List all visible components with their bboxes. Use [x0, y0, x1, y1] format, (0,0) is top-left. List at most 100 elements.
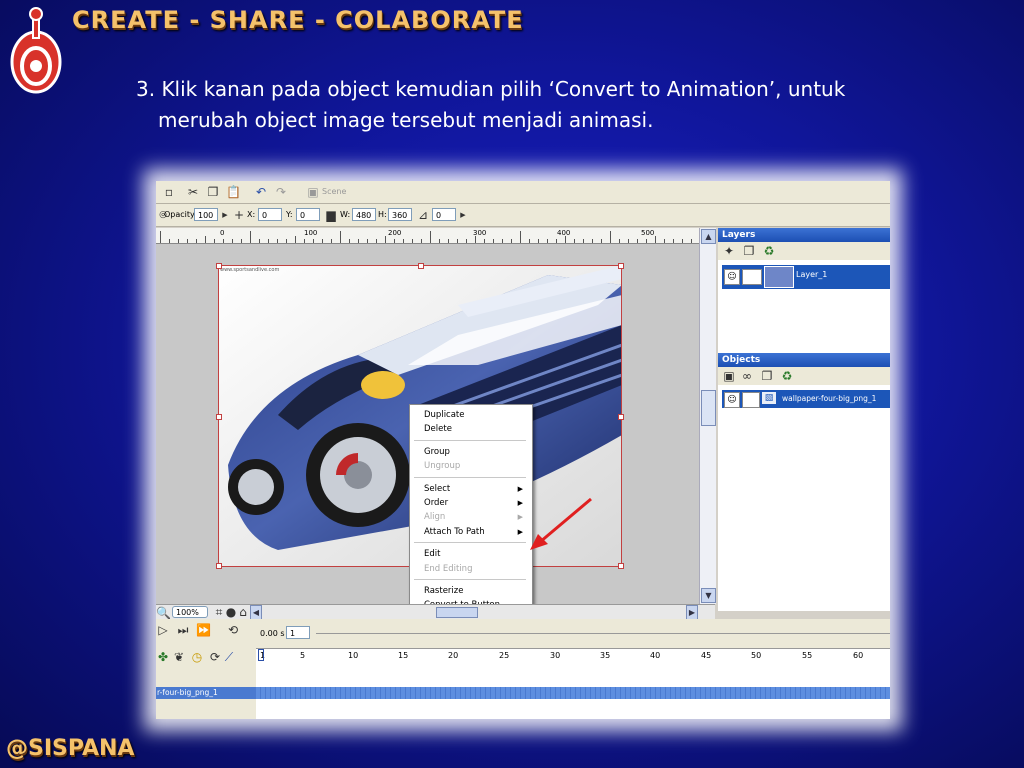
layer-row[interactable]: ☺ Layer_1: [722, 265, 890, 289]
ruler-tick: [259, 239, 260, 243]
scroll-down-icon[interactable]: ▼: [701, 588, 716, 603]
add-layer-icon[interactable]: ✦: [722, 244, 736, 258]
ruler-tick: [493, 239, 494, 243]
ruler-tick: [682, 239, 683, 243]
undo-icon[interactable]: ↶: [254, 185, 268, 199]
scroll-right-icon[interactable]: ▶: [686, 605, 698, 620]
cut-icon[interactable]: ✂: [186, 185, 200, 199]
menu-item-delete[interactable]: Delete: [411, 422, 529, 436]
play-icon[interactable]: ▷: [156, 623, 170, 637]
layer-name[interactable]: Layer_1: [796, 270, 827, 279]
zoom-icon[interactable]: 🔍: [156, 606, 171, 620]
paste-icon[interactable]: 📋: [226, 185, 241, 199]
scroll-thumb[interactable]: [701, 390, 716, 426]
scene-label[interactable]: Scene: [322, 186, 346, 198]
menu-item-label: Order: [424, 498, 449, 508]
y-field[interactable]: 0: [296, 208, 320, 221]
ruler-tick: [574, 239, 575, 243]
ruler-tick: [565, 236, 566, 243]
home-icon[interactable]: ⌂: [236, 605, 250, 619]
ruler-label: 100: [304, 229, 318, 237]
duplicate-object-icon[interactable]: ❐: [760, 369, 774, 383]
frame-number: 45: [701, 651, 712, 660]
ruler-tick: [187, 239, 188, 243]
lock-box[interactable]: [742, 269, 762, 285]
angle-arrow-icon[interactable]: ▶: [456, 208, 470, 222]
onion-icon[interactable]: ⟳: [208, 650, 222, 664]
scroll-up-icon[interactable]: ▲: [701, 229, 716, 244]
h-field[interactable]: 360: [388, 208, 412, 221]
playhead[interactable]: [258, 649, 264, 661]
ruler-label: 0: [220, 229, 225, 237]
menu-item-end-editing[interactable]: End Editing: [411, 562, 529, 576]
ruler-tick: [268, 239, 269, 243]
object-link-icon[interactable]: ∞: [740, 369, 754, 383]
objects-panel-title: Objects: [718, 353, 890, 367]
resize-handle[interactable]: [618, 414, 624, 420]
menu-item-group[interactable]: Group: [411, 445, 529, 459]
clock-icon[interactable]: ◷: [190, 650, 204, 664]
timeline-tool-icon[interactable]: ✤: [156, 650, 170, 664]
object-name[interactable]: wallpaper-four-big_png_1: [782, 394, 876, 403]
frame-cells[interactable]: [256, 687, 890, 699]
delete-object-icon[interactable]: ♻: [780, 369, 794, 383]
menu-item-ungroup[interactable]: Ungroup: [411, 459, 529, 473]
timeline-frames[interactable]: 1 5 10 15 20 25 30 35 40 45 50 55 60: [256, 648, 890, 719]
eye-icon[interactable]: ☺: [724, 392, 740, 408]
resize-handle[interactable]: [216, 414, 222, 420]
eye-icon[interactable]: ☺: [724, 269, 740, 285]
frame-field[interactable]: 1: [286, 626, 310, 639]
playback-slider[interactable]: [316, 633, 890, 634]
last-frame-icon[interactable]: ⏩: [196, 623, 211, 637]
opacity-arrow-icon[interactable]: ▶: [218, 208, 232, 222]
object-row[interactable]: ☺ ▧ wallpaper-four-big_png_1: [722, 390, 890, 408]
menu-item-duplicate[interactable]: Duplicate: [411, 408, 529, 422]
resize-handle[interactable]: [618, 263, 624, 269]
image-icon: ▧: [762, 392, 776, 404]
curve-icon[interactable]: ⟋: [222, 650, 236, 664]
w-field[interactable]: 480: [352, 208, 376, 221]
resize-handle[interactable]: [418, 263, 424, 269]
object-box-icon[interactable]: ▣: [722, 369, 736, 383]
scene-icon[interactable]: ▣: [306, 185, 320, 199]
copy-icon[interactable]: ❐: [206, 185, 220, 199]
resize-handle[interactable]: [216, 563, 222, 569]
opacity-field[interactable]: 100: [194, 208, 218, 221]
ruler-tick: [205, 236, 206, 243]
ruler-tick: [430, 231, 431, 243]
menu-item-label: Delete: [424, 424, 452, 435]
ruler-tick: [610, 231, 611, 243]
canvas-vertical-scrollbar[interactable]: ▲ ▼: [699, 228, 716, 604]
time-label: 0.00 s: [260, 629, 285, 638]
menu-item-rasterize[interactable]: Rasterize: [411, 584, 529, 598]
canvas-area[interactable]: www.sportsandlive.com Duplicate Delete Gro…: [156, 244, 699, 671]
resize-handle[interactable]: [618, 563, 624, 569]
menu-item-order[interactable]: Order ▶: [411, 496, 529, 510]
lock-box[interactable]: [742, 392, 760, 408]
delete-layer-icon[interactable]: ♻: [762, 244, 776, 258]
blank-icon[interactable]: ▫: [162, 185, 176, 199]
loop-icon[interactable]: ⟲: [226, 623, 240, 637]
angle-field[interactable]: 0: [432, 208, 456, 221]
ruler-label: 400: [557, 229, 571, 237]
ruler-tick: [232, 239, 233, 243]
menu-item-select[interactable]: Select ▶: [411, 482, 529, 496]
x-field[interactable]: 0: [258, 208, 282, 221]
menu-separator: [414, 476, 526, 478]
scroll-left-icon[interactable]: ◀: [250, 605, 262, 620]
duplicate-layer-icon[interactable]: ❐: [742, 244, 756, 258]
zoom-field[interactable]: 100%: [172, 606, 208, 618]
resize-handle[interactable]: [216, 263, 222, 269]
instruction-line-2: merubah object image tersebut menjadi an…: [158, 108, 654, 132]
ruler-tick: [196, 239, 197, 243]
next-frame-icon[interactable]: ⏭: [176, 623, 190, 637]
menu-item-attach-to-path[interactable]: Attach To Path ▶: [411, 525, 529, 539]
h-scroll-thumb[interactable]: [436, 607, 478, 618]
menu-item-align[interactable]: Align ▶: [411, 510, 529, 524]
layers-toolbar: ✦ ❐ ♻: [718, 242, 890, 260]
redo-icon[interactable]: ↷: [274, 185, 288, 199]
timeline-link-icon[interactable]: ❦: [172, 650, 186, 664]
instruction-text: 3. Klik kanan pada object kemudian pilih…: [136, 74, 896, 136]
menu-item-edit[interactable]: Edit: [411, 547, 529, 561]
timeline-layer-label[interactable]: r-four-big_png_1: [156, 687, 256, 699]
